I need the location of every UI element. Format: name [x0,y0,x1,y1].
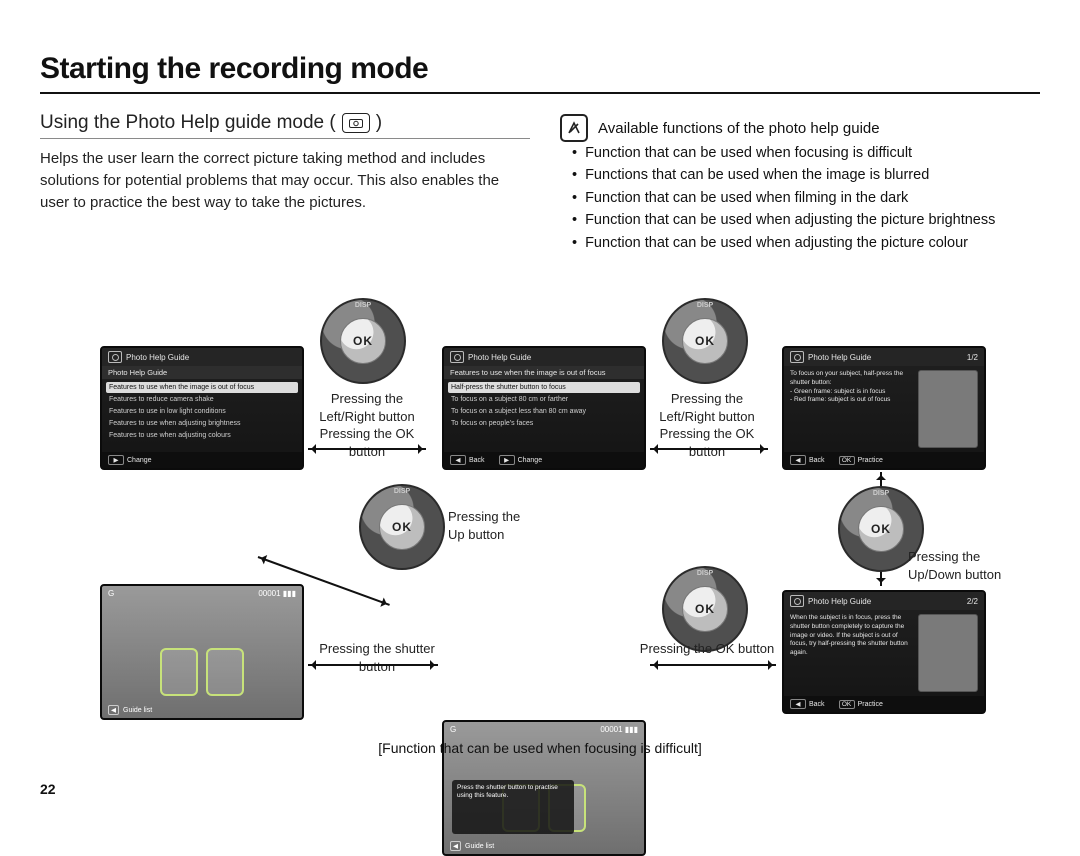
lcd-title: Photo Help Guide [808,353,871,362]
key-icon: ◀ [790,455,806,465]
dial-disp-label: DISP [697,570,713,577]
section-heading-prefix: Using the Photo Help guide mode ( [40,112,336,134]
manual-page: Starting the recording mode Using the Ph… [0,0,1080,815]
lcd-title: Photo Help Guide [808,597,871,606]
note-heading: Available functions of the photo help gu… [598,120,880,137]
ok-dial-up: DISP OK [359,484,445,570]
camera-icon [450,351,464,363]
camera-icon [108,351,122,363]
bullet: Function that can be used when adjusting… [585,209,995,231]
note-icon [560,114,588,142]
key-icon: ◀ [790,699,806,709]
menu-item: To focus on people's faces [448,418,640,429]
lcd-menu-2: Photo Help Guide Features to use when th… [442,346,646,470]
photo-top-right: 00001 ▮▮▮ [258,589,296,598]
ok-dial-2: DISP OK [662,298,748,384]
page-indicator: 1/2 [967,353,978,362]
detail-text: To focus on your subject, half-press the… [790,370,912,448]
menu-item: Features to use when adjusting colours [106,430,298,441]
ok-dial-1: DISP OK [320,298,406,384]
page-indicator: 2/2 [967,597,978,606]
key-icon: ◀ [450,841,461,851]
arrow-horizontal [650,664,776,666]
lcd-detail-2: Photo Help Guide 2/2 When the subject is… [782,590,986,714]
key-icon: OK [839,700,855,709]
arrow-horizontal [308,664,438,666]
photo-top-left-icon: G [108,589,114,598]
lcd-title: Photo Help Guide [468,353,531,362]
ok-button-icon: OK [858,506,904,552]
focus-frame-icon [206,648,244,696]
ok-button-icon: OK [340,318,386,364]
lcd-breadcrumb: Features to use when the image is out of… [444,366,644,379]
menu-item-selected: Half-press the shutter button to focus [448,382,640,393]
lcd-title: Photo Help Guide [126,353,189,362]
photo-top-left-icon: G [450,725,456,734]
lcd-menu-1: Photo Help Guide Photo Help Guide Featur… [100,346,304,470]
menu-item: To focus on a subject 80 cm or farther [448,394,640,405]
bullet: Function that can be used when focusing … [585,142,912,164]
lcd-breadcrumb: Photo Help Guide [102,366,302,379]
bullet: Function that can be used when adjusting… [585,232,968,254]
mode-dial-icon [342,113,370,133]
photo-bottom-label: Guide list [123,707,152,714]
section-paragraph: Helps the user learn the correct picture… [40,148,530,213]
menu-item: Features to use when adjusting brightnes… [106,418,298,429]
people-illustration [112,604,292,696]
menu-item: Features to use in low light conditions [106,406,298,417]
dial-disp-label: DISP [394,488,410,495]
note-heading-row: Available functions of the photo help gu… [560,114,880,142]
photo-top-right: 00001 ▮▮▮ [600,725,638,734]
key-icon: ◀ [108,705,119,715]
page-title: Starting the recording mode [40,52,1040,94]
ok-button-icon: OK [682,586,728,632]
key-icon: ▶ [108,455,124,465]
camera-icon [790,351,804,363]
page-number: 22 [40,781,56,797]
note-bullets: •Function that can be used when focusing… [572,142,1042,254]
key-icon: ◀ [450,455,466,465]
section-heading-suffix: ) [376,112,382,134]
ok-button-icon: OK [379,504,425,550]
ok-button-icon: OK [682,318,728,364]
dial-disp-label: DISP [355,302,371,309]
menu-item: Features to reduce camera shake [106,394,298,405]
caption-updown: Pressing the Up/Down button [908,548,1028,583]
arrow-horizontal [650,448,768,450]
lcd-detail-1: Photo Help Guide 1/2 To focus on your su… [782,346,986,470]
bullet: Functions that can be used when the imag… [585,164,929,186]
dial-disp-label: DISP [697,302,713,309]
camera-icon [790,595,804,607]
thumb-illustration [918,370,978,448]
bullet: Function that can be used when filming i… [585,187,908,209]
photo-preview-1: G 00001 ▮▮▮ ◀ Guide list [100,584,304,720]
photo-bottom-label: Guide list [465,843,494,850]
key-icon: OK [839,456,855,465]
section-heading: Using the Photo Help guide mode ( ) [40,112,530,139]
dial-disp-label: DISP [873,490,889,497]
menu-item: To focus on a subject less than 80 cm aw… [448,406,640,417]
detail-text: When the subject is in focus, press the … [790,614,912,692]
key-icon: ▶ [499,455,515,465]
thumb-illustration [918,614,978,692]
focus-frame-icon [160,648,198,696]
arrow-horizontal [308,448,426,450]
menu-item-selected: Features to use when the image is out of… [106,382,298,393]
figure-footnote: [Function that can be used when focusing… [0,740,1080,756]
caption-ok: Pressing the OK button [632,640,782,658]
tip-overlay: Press the shutter button to practise usi… [452,780,574,834]
caption-up: Pressing the Up button [448,508,558,543]
